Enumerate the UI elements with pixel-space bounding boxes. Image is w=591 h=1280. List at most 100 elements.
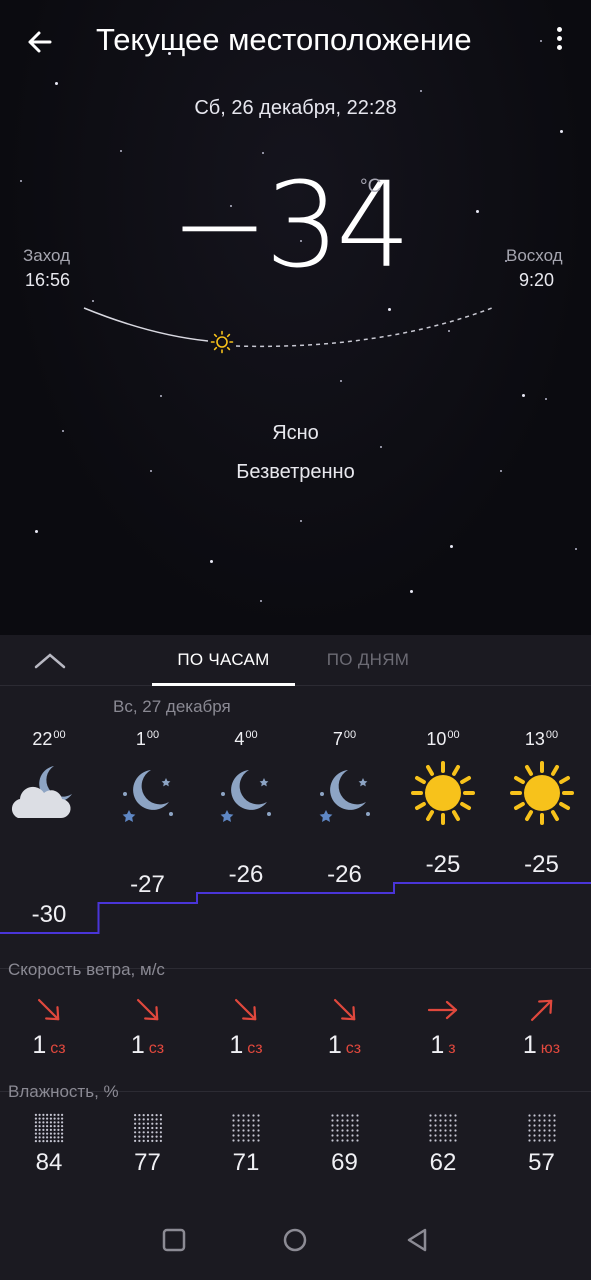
humidity-value: 77 bbox=[134, 1149, 161, 1176]
top-bar: Текущее местоположение bbox=[0, 0, 591, 84]
back-arrow-icon bbox=[28, 31, 52, 53]
humidity-value: 62 bbox=[429, 1149, 457, 1176]
more-menu-button[interactable] bbox=[545, 24, 573, 60]
star bbox=[262, 152, 264, 154]
star bbox=[522, 394, 525, 397]
hour-label: 700 bbox=[296, 729, 394, 750]
wind-speed-value: 1 bbox=[430, 1031, 445, 1059]
back-triangle-icon bbox=[407, 1228, 427, 1252]
hour-value: 1300 bbox=[524, 729, 559, 749]
condition-text: Ясно bbox=[272, 422, 319, 444]
wind-arrow-icon bbox=[235, 999, 257, 1021]
wind-speed-value: 1 bbox=[522, 1031, 537, 1059]
hour-label: 400 bbox=[197, 729, 295, 750]
more-vert-icon bbox=[556, 27, 562, 32]
humidity-label: Влажность, % bbox=[8, 1082, 119, 1101]
clear-night-icon bbox=[197, 758, 295, 828]
wind-speed-label: Скорость ветра, м/с bbox=[8, 960, 165, 979]
star bbox=[210, 560, 213, 563]
recents-square-icon bbox=[162, 1228, 186, 1252]
wind-arrow-icon bbox=[333, 999, 355, 1021]
star bbox=[380, 446, 382, 448]
wind-speed-value: 1 bbox=[229, 1031, 244, 1059]
hour-temperature: -26 bbox=[327, 861, 362, 888]
hour-value: 400 bbox=[234, 729, 258, 749]
sun-icon bbox=[493, 758, 591, 828]
sun-path-arc bbox=[83, 307, 493, 354]
star bbox=[160, 395, 162, 397]
humidity-item: 71 bbox=[197, 1113, 295, 1177]
humidity-dots-icon bbox=[232, 1114, 260, 1142]
star bbox=[575, 548, 577, 550]
chevron-up-icon bbox=[34, 653, 66, 669]
humidity-value: 69 bbox=[331, 1149, 358, 1176]
wind-arrow-icon bbox=[427, 1000, 458, 1020]
humidity-value: 57 bbox=[528, 1149, 555, 1176]
wind-item: 1 юз bbox=[493, 993, 591, 1060]
back-nav-button[interactable] bbox=[403, 1226, 431, 1254]
humidity-item: 69 bbox=[296, 1113, 394, 1177]
sunset-label: Заход bbox=[23, 246, 71, 265]
humidity-value: 71 bbox=[232, 1149, 260, 1176]
humidity-item: 84 bbox=[0, 1113, 98, 1177]
wind-item: 1з bbox=[394, 993, 492, 1060]
temperature-unit: °C bbox=[360, 176, 382, 197]
back-button[interactable] bbox=[20, 22, 60, 62]
hour-temperature: -26 bbox=[228, 861, 264, 888]
wind-speed-value: 1 bbox=[327, 1031, 342, 1059]
star bbox=[35, 530, 38, 533]
hour-temperature: -25 bbox=[524, 851, 559, 878]
wind-item: 1 сз bbox=[197, 993, 295, 1060]
wind-item: 1 сз bbox=[0, 993, 98, 1060]
hour-value: 700 bbox=[332, 729, 357, 749]
tab-hourly[interactable]: ПО ЧАСАМ bbox=[152, 650, 295, 670]
system-nav-bar bbox=[0, 1200, 591, 1280]
current-datetime: Сб, 26 декабря, 22:28 bbox=[194, 97, 397, 119]
hour-label: 100 bbox=[99, 729, 197, 750]
hour-value: 100 bbox=[135, 729, 160, 749]
wind-direction: сз bbox=[247, 1040, 263, 1057]
star bbox=[545, 398, 547, 400]
wind-direction: сз bbox=[345, 1040, 362, 1057]
sunrise-time: 9:20 bbox=[519, 270, 555, 290]
forecast-tabs: ПО ЧАСАМ ПО ДНЯМ bbox=[0, 635, 591, 686]
sun-icon bbox=[394, 758, 492, 828]
hour-temperature: -25 bbox=[425, 851, 461, 878]
humidity-item: 62 bbox=[394, 1113, 492, 1177]
hour-value: 2200 bbox=[32, 729, 66, 749]
humidity-item: 57 bbox=[493, 1113, 591, 1177]
tab-daily[interactable]: ПО ДНЯМ bbox=[310, 650, 426, 670]
star bbox=[450, 545, 453, 548]
star bbox=[410, 590, 413, 593]
star bbox=[120, 150, 122, 152]
forecast-panel: ПО ЧАСАМ ПО ДНЯМ Вс, 27 декабря 2200 100… bbox=[0, 635, 591, 1200]
sunrise-label: Восход bbox=[506, 246, 563, 265]
star bbox=[260, 600, 262, 602]
humidity-dots-icon bbox=[330, 1114, 359, 1142]
wind-item: 1 сз bbox=[99, 993, 197, 1060]
recents-button[interactable] bbox=[160, 1226, 188, 1254]
wind-arrow-icon bbox=[38, 999, 60, 1021]
sunset-time: 16:56 bbox=[25, 270, 71, 290]
humidity-value: 84 bbox=[35, 1149, 63, 1176]
clear-night-icon bbox=[99, 758, 197, 828]
wind-direction: з bbox=[448, 1040, 456, 1057]
active-tab-indicator bbox=[152, 683, 295, 686]
wind-direction: юз bbox=[540, 1040, 561, 1057]
humidity-dots-icon bbox=[527, 1114, 556, 1142]
star bbox=[300, 520, 302, 522]
home-button[interactable] bbox=[281, 1226, 309, 1254]
current-temperature: −34 bbox=[170, 156, 411, 294]
wind-item: 1 сз bbox=[296, 993, 394, 1060]
star bbox=[560, 130, 563, 133]
hour-value: 1000 bbox=[426, 729, 460, 749]
collapse-button[interactable] bbox=[30, 647, 70, 675]
wind-arrow-icon bbox=[530, 999, 552, 1021]
wind-direction: сз bbox=[50, 1040, 66, 1057]
hour-label: 1300 bbox=[493, 729, 591, 750]
humidity-dots-icon bbox=[34, 1113, 64, 1143]
forecast-day-label: Вс, 27 декабря bbox=[113, 697, 231, 716]
star bbox=[340, 380, 342, 382]
humidity-dots-icon bbox=[133, 1114, 162, 1142]
humidity-item: 77 bbox=[99, 1113, 197, 1177]
